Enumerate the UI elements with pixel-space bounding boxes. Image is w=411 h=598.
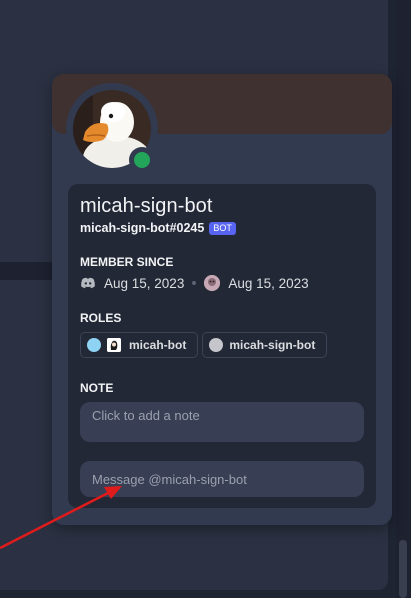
user-tag: micah-sign-bot#0245 xyxy=(80,221,205,235)
member-since-row: Aug 15, 2023 Aug 15, 2023 xyxy=(80,275,309,291)
display-name: micah-sign-bot xyxy=(80,195,213,217)
profile-body: micah-sign-bot micah-sign-bot#0245 BOT M… xyxy=(68,184,376,508)
discord-logo-icon xyxy=(80,275,96,291)
server-join-date: Aug 15, 2023 xyxy=(228,275,309,291)
role-color-dot[interactable] xyxy=(209,338,224,352)
separator-dot xyxy=(192,281,197,285)
note-title: NOTE xyxy=(80,381,114,395)
scrollbar-track[interactable] xyxy=(396,0,411,598)
scrollbar-thumb[interactable] xyxy=(399,540,407,598)
role-label: micah-sign-bot xyxy=(229,338,316,352)
member-since-title: MEMBER SINCE xyxy=(80,255,174,269)
user-profile-popout: micah-sign-bot micah-sign-bot#0245 BOT M… xyxy=(52,74,392,525)
role-pill-micah-bot[interactable]: micah-bot xyxy=(80,332,199,358)
role-label: micah-bot xyxy=(129,338,187,352)
bot-badge: BOT xyxy=(209,221,236,235)
discord-join-date: Aug 15, 2023 xyxy=(104,275,185,291)
note-input[interactable]: Click to add a note xyxy=(80,402,364,442)
message-placeholder: Message @micah-sign-bot xyxy=(92,471,247,487)
server-icon xyxy=(204,275,221,291)
online-status-icon xyxy=(134,152,150,168)
roles-list: micah-bot micah-sign-bot xyxy=(80,332,328,358)
role-pill-micah-sign-bot[interactable]: micah-sign-bot xyxy=(202,332,328,358)
background-divider xyxy=(0,262,54,280)
role-color-dot[interactable] xyxy=(87,338,101,352)
roles-title: ROLES xyxy=(80,311,122,325)
tag-row: micah-sign-bot#0245 BOT xyxy=(80,221,236,235)
message-input[interactable]: Message @micah-sign-bot xyxy=(80,461,364,497)
role-icon xyxy=(107,338,121,352)
